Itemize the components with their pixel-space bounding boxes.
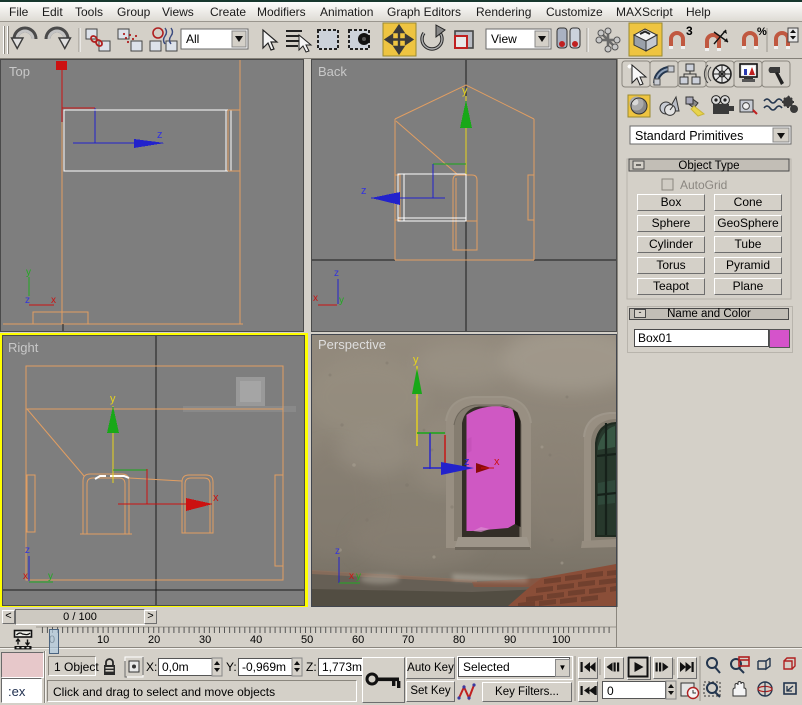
svg-text:All: All — [186, 32, 199, 46]
svg-text:y: y — [356, 571, 361, 582]
svg-text:AutoGrid: AutoGrid — [680, 178, 727, 192]
svg-text:y: y — [26, 267, 31, 278]
svg-text:z: z — [157, 129, 163, 141]
svg-text:y: y — [339, 295, 344, 306]
svg-text:x: x — [23, 571, 28, 582]
svg-text:Standard Primitives: Standard Primitives — [635, 129, 743, 143]
svg-text:y: y — [110, 393, 116, 405]
svg-text:z: z — [335, 546, 340, 557]
svg-text:%: % — [757, 26, 767, 38]
svg-text:x: x — [213, 492, 219, 504]
svg-text:Right: Right — [8, 340, 39, 355]
svg-text:Object Type: Object Type — [678, 160, 739, 172]
svg-text:z: z — [361, 185, 367, 197]
svg-text:y: y — [413, 354, 419, 366]
svg-text:z: z — [25, 295, 30, 306]
svg-text:Perspective: Perspective — [318, 337, 386, 352]
svg-text:3: 3 — [686, 24, 693, 38]
svg-text:z: z — [334, 268, 339, 279]
svg-text:Top: Top — [9, 64, 30, 79]
svg-text:z: z — [464, 456, 470, 468]
svg-text:y: y — [48, 571, 53, 582]
svg-text:x: x — [51, 295, 56, 306]
svg-text:x: x — [313, 293, 318, 304]
svg-text:z: z — [25, 545, 30, 556]
svg-text:y: y — [462, 85, 468, 97]
svg-text:View: View — [491, 32, 517, 46]
svg-text:x: x — [349, 571, 354, 582]
svg-text:x: x — [494, 456, 500, 468]
svg-text:Back: Back — [318, 64, 347, 79]
